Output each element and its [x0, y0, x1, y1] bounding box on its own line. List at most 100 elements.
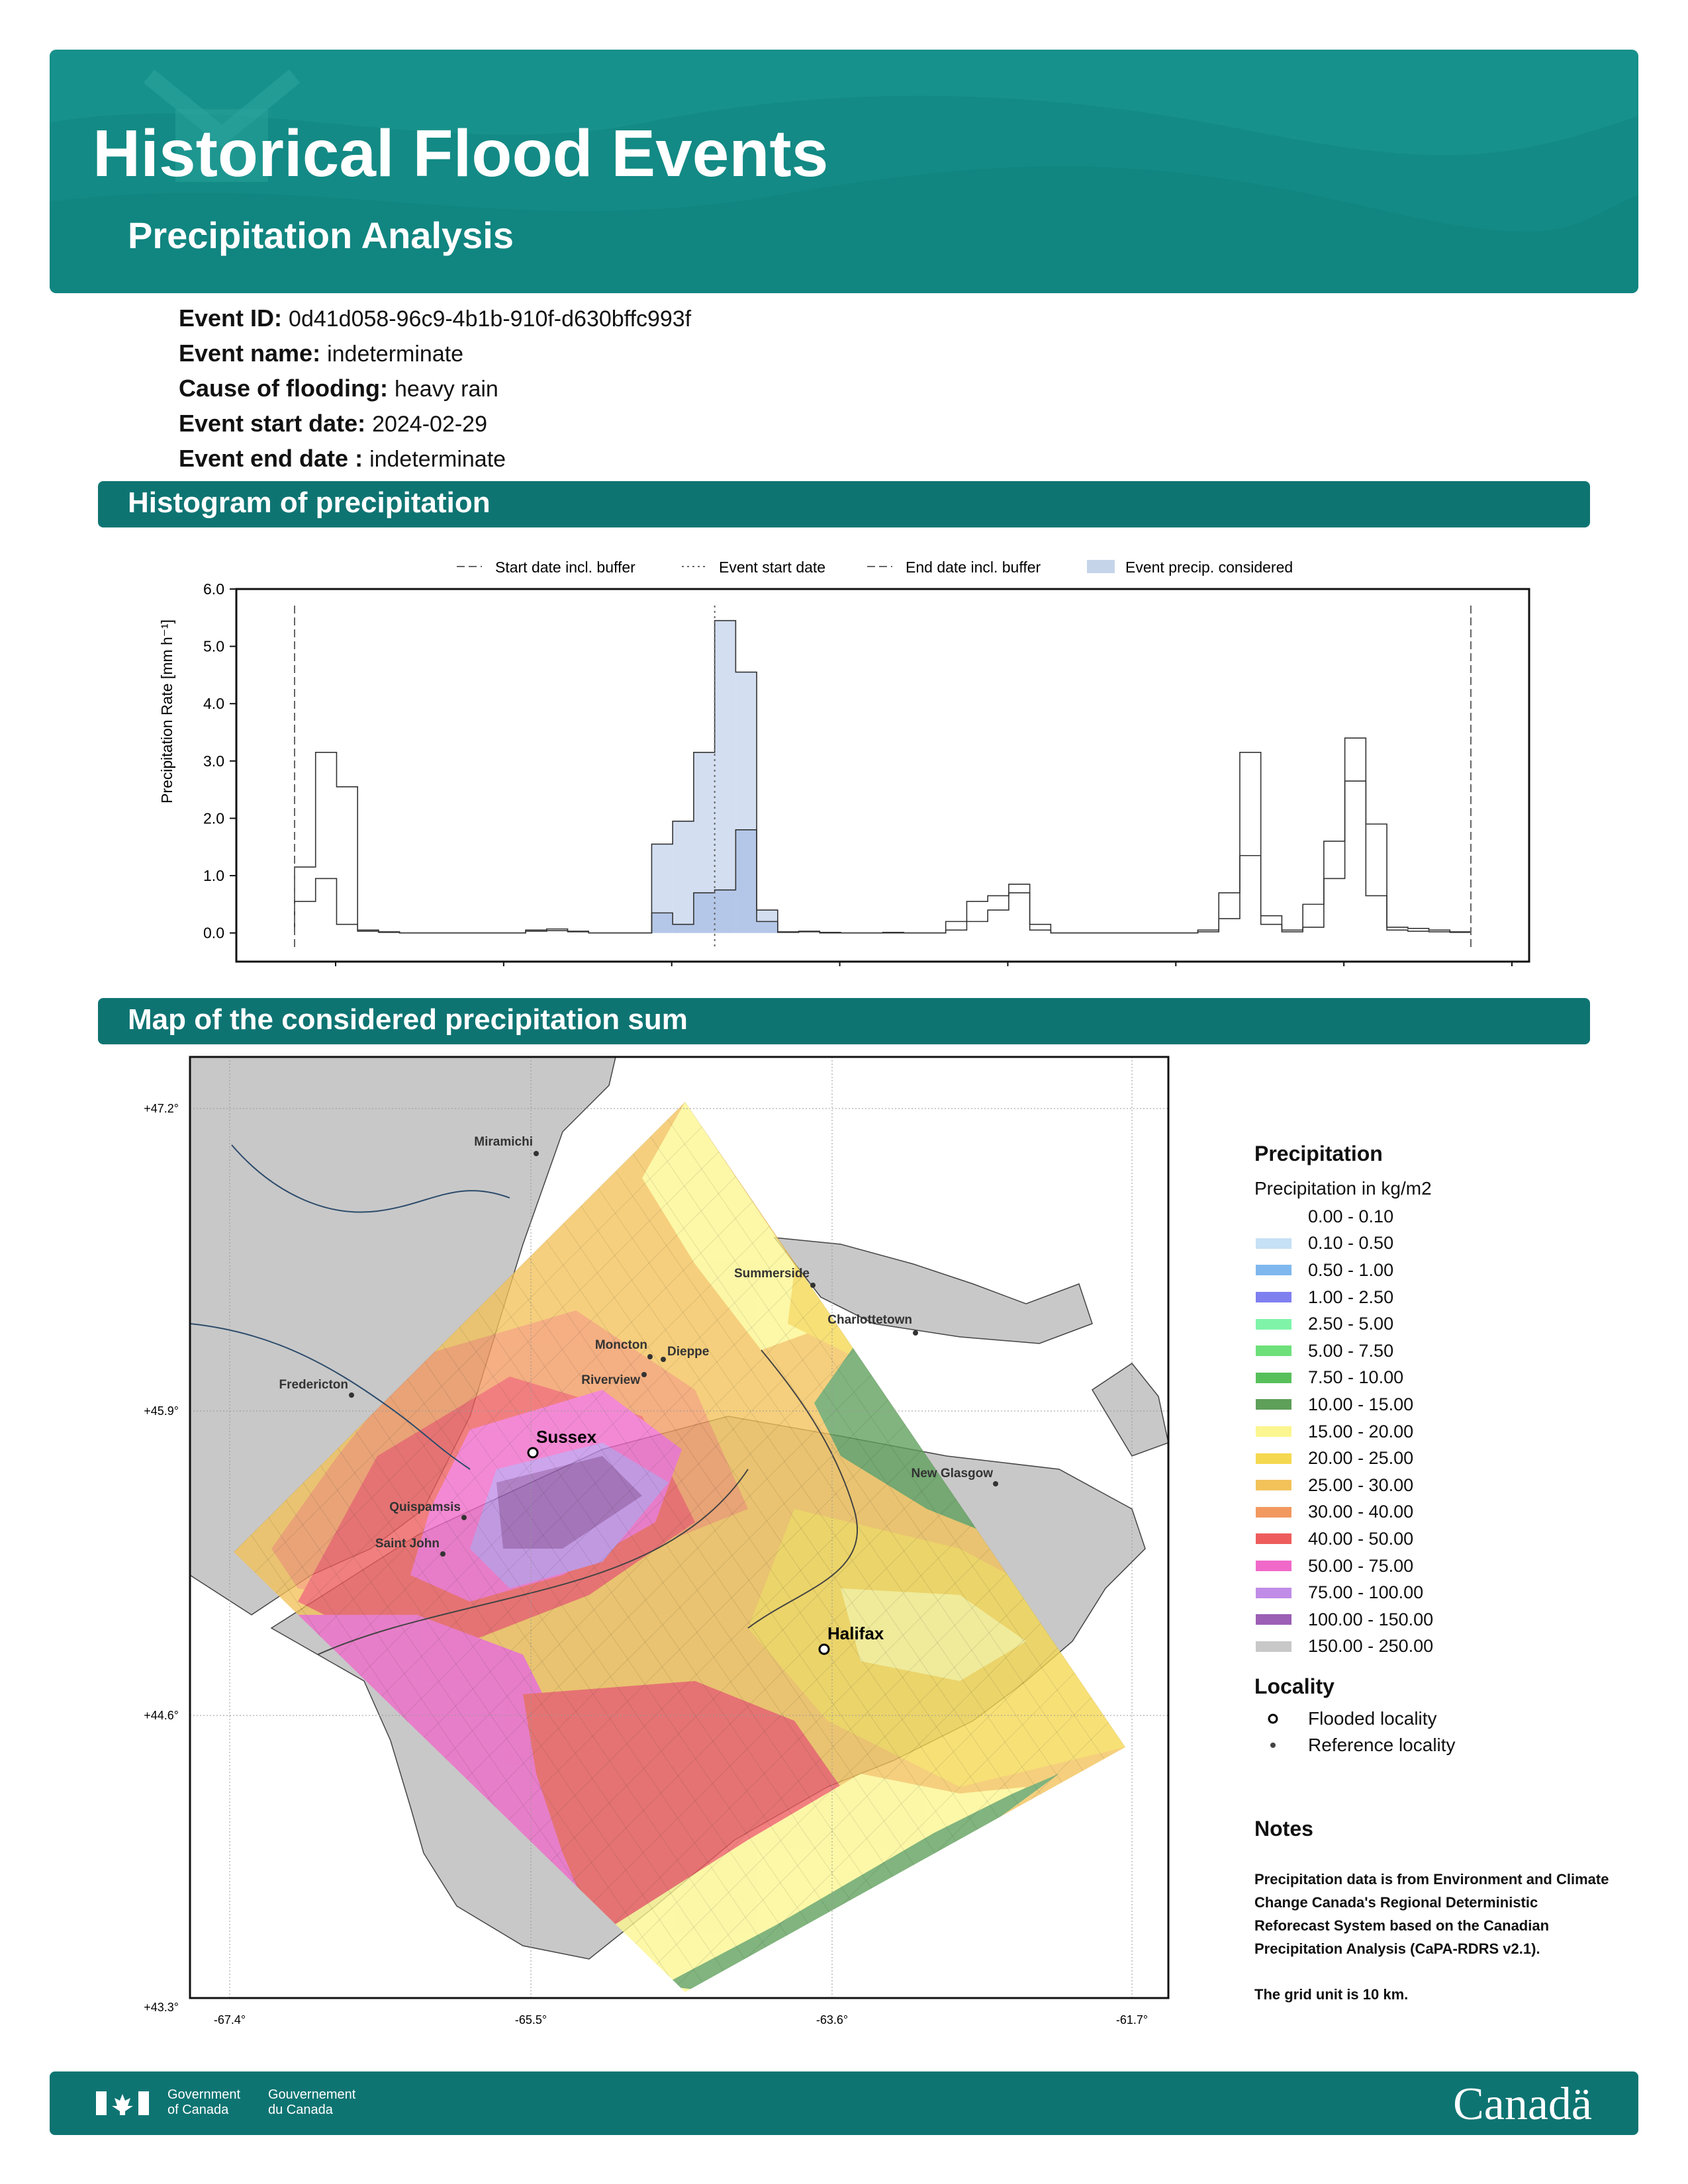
legend-swatch: [1256, 1480, 1291, 1491]
legend-swatch: [1256, 1587, 1291, 1598]
gov-en-line2: of Canada: [167, 2103, 229, 2117]
longitude-label: -63.6°: [816, 2013, 848, 2026]
considered-bar: [673, 924, 694, 933]
legend-swatch: [1256, 1506, 1291, 1518]
reference-locality-label: Summerside: [734, 1267, 810, 1281]
reference-locality-marker: [913, 1330, 918, 1336]
legend-class-row: 10.00 - 15.00: [1254, 1391, 1612, 1418]
legend-class-label: 40.00 - 50.00: [1308, 1528, 1414, 1549]
flooded-locality-label: Halifax: [827, 1623, 884, 1643]
header-banner: Historical Flood Events Precipitation An…: [50, 50, 1638, 293]
reference-locality-marker: [461, 1515, 467, 1520]
legend-swatch: [1256, 1238, 1291, 1249]
legend-swatch: [1256, 1533, 1291, 1545]
legend-reference-row: Reference locality: [1254, 1732, 1612, 1758]
gov-en-line1: Government: [167, 2087, 241, 2102]
legend-class-label: 15.00 - 20.00: [1308, 1421, 1414, 1441]
y-tick-label: 2.0: [203, 809, 224, 827]
reference-locality-marker: [534, 1151, 539, 1156]
chart-legend: Start date incl. buffer Event start date…: [457, 559, 1293, 576]
legend-class-label: 25.00 - 30.00: [1308, 1475, 1414, 1495]
gov-fr-line1: Gouvernement: [268, 2087, 356, 2102]
cause-value: heavy rain: [394, 377, 498, 402]
reference-label: Reference locality: [1308, 1735, 1456, 1756]
considered-bar: [673, 821, 694, 933]
reference-locality-label: New Glasgow: [911, 1467, 993, 1480]
legend-class-label: 2.50 - 5.00: [1308, 1314, 1394, 1334]
gov-fr: Gouvernement du Canada: [268, 2087, 355, 2118]
considered-bar: [714, 889, 736, 933]
legend-class-row: 5.00 - 7.50: [1254, 1338, 1612, 1365]
map-legend: Precipitation Precipitation in kg/m2 0.0…: [1254, 1142, 1612, 1758]
considered-bar: [714, 620, 736, 933]
legend-class-row: 100.00 - 150.00: [1254, 1606, 1612, 1633]
longitude-label: -65.5°: [515, 2013, 547, 2026]
locality-title: Locality: [1254, 1674, 1335, 1699]
y-axis-label: Precipitation Rate [mm h⁻¹]: [158, 619, 175, 803]
legend-class-row: 40.00 - 50.00: [1254, 1525, 1612, 1553]
flooded-label: Flooded locality: [1308, 1708, 1437, 1729]
gov-fr-line2: du Canada: [268, 2103, 333, 2117]
flooded-locality-label: Sussex: [536, 1427, 597, 1447]
reference-locality-marker: [661, 1357, 666, 1362]
y-tick-label: 6.0: [203, 580, 224, 598]
legend-event-precip-label: Event precip. considered: [1125, 559, 1293, 576]
legend-swatch: [1256, 1641, 1291, 1652]
legend-class-row: 7.50 - 10.00: [1254, 1365, 1612, 1392]
legend-swatch: [1256, 1265, 1291, 1276]
legend-class-label: 0.50 - 1.00: [1308, 1259, 1394, 1280]
legend-swatch: [1256, 1399, 1291, 1410]
legend-class-label: 1.00 - 2.50: [1308, 1287, 1394, 1307]
end-date-value: indeterminate: [369, 447, 506, 472]
legend-swatch: [1256, 1426, 1291, 1437]
event-id-label: Event ID:: [179, 304, 283, 332]
y-tick-label: 0.0: [203, 925, 224, 942]
y-tick-label: 5.0: [203, 638, 224, 655]
legend-class-row: 1.00 - 2.50: [1254, 1284, 1612, 1311]
histogram-section-header: Histogram of precipitation: [98, 481, 1590, 527]
legend-class-row: 15.00 - 20.00: [1254, 1418, 1612, 1445]
legend-flooded-row: Flooded locality: [1254, 1706, 1612, 1732]
considered-bar: [735, 829, 757, 933]
notes-title: Notes: [1254, 1817, 1313, 1841]
latitude-label: +47.2°: [144, 1102, 179, 1115]
start-date-value: 2024-02-29: [372, 412, 487, 437]
legend-class-label: 0.00 - 0.10: [1308, 1206, 1394, 1226]
legend-class-row: 150.00 - 250.00: [1254, 1633, 1612, 1661]
histogram-chart: Start date incl. buffer Event start date…: [158, 559, 1530, 966]
legend-class-label: 100.00 - 150.00: [1308, 1609, 1434, 1629]
legend-start-buffer-label: Start date incl. buffer: [495, 559, 635, 576]
legend-class-row: 50.00 - 75.00: [1254, 1553, 1612, 1580]
gov-en: Government of Canada: [167, 2087, 240, 2118]
notes-block: Notes Precipitation data is from Environ…: [1254, 1817, 1612, 2028]
longitude-label: -67.4°: [214, 2013, 246, 2026]
latitude-label: +44.6°: [144, 1709, 179, 1722]
reference-locality-label: Charlottetown: [827, 1313, 912, 1327]
histogram-section-title: Histogram of precipitation: [128, 486, 491, 519]
canada-wordmark: Canadä: [1453, 2079, 1592, 2130]
page-subtitle: Precipitation Analysis: [128, 214, 514, 256]
map-section-title: Map of the considered precipitation sum: [128, 1003, 688, 1036]
reference-locality-label: Moncton: [595, 1338, 647, 1352]
reference-locality-label: Quispamsis: [389, 1500, 461, 1514]
event-name-label: Event name:: [179, 340, 321, 367]
flooded-locality-marker: [818, 1643, 830, 1655]
histogram-series-line: [294, 780, 1472, 934]
legend-swatch: [1256, 1561, 1291, 1572]
notes-grid: The grid unit is 10 km.: [1254, 1986, 1409, 2003]
legend-class-row: 0.10 - 0.50: [1254, 1230, 1612, 1257]
reference-locality-marker: [647, 1354, 653, 1359]
legend-swatch: [1256, 1345, 1291, 1357]
footer-bar: Government of Canada Gouvernement du Can…: [50, 2071, 1638, 2135]
cause-label: Cause of flooding:: [179, 375, 388, 402]
flooded-locality-marker: [527, 1447, 539, 1459]
y-tick-label: 1.0: [203, 867, 224, 884]
reference-locality-marker: [641, 1372, 647, 1377]
legend-swatch: [1256, 1453, 1291, 1464]
reference-locality-label: Saint John: [375, 1537, 440, 1551]
reference-locality-label: Miramichi: [474, 1135, 533, 1149]
reference-locality-label: Riverview: [581, 1373, 640, 1387]
legend-swatch: [1256, 1211, 1291, 1222]
reference-locality-marker: [810, 1283, 816, 1288]
legend-class-label: 50.00 - 75.00: [1308, 1555, 1414, 1576]
